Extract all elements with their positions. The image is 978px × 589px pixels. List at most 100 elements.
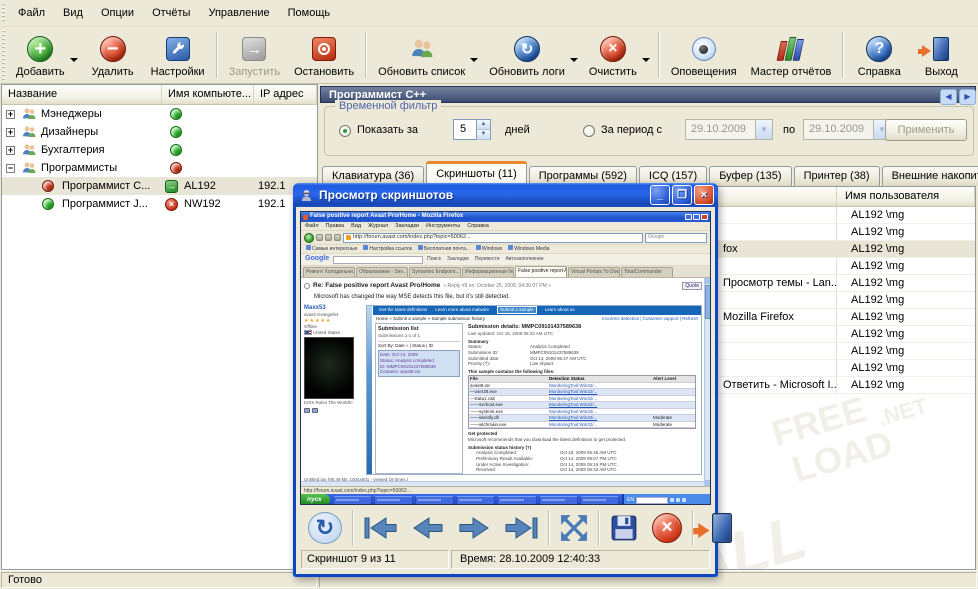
ff-nav-bar: ‹ http://forum.avast.com/index.php?topic… [301, 231, 710, 245]
refresh-list-dropdown-caret[interactable] [470, 58, 478, 66]
expand-plus-icon[interactable]: + [6, 128, 15, 137]
dialog-title-bar[interactable]: Просмотр скриншотов _ ❐ × [293, 183, 718, 207]
status-green-icon [170, 126, 182, 138]
maximize-button[interactable]: ❐ [672, 185, 692, 205]
viewer-status-bar: Скриншот 9 из 11 Время: 28.10.2009 12:40… [300, 550, 711, 569]
menu-item[interactable]: Опции [92, 3, 143, 23]
delete-screenshot-button[interactable]: × [648, 510, 686, 546]
eye-icon [688, 34, 720, 64]
taskbar-button-image [497, 496, 536, 505]
chevron-down-icon[interactable]: ▼ [755, 120, 772, 139]
toolbar-separator [842, 32, 844, 78]
stop-button[interactable]: Остановить [287, 29, 361, 81]
menu-items: ФайлВидОпцииОтчётыУправлениеПомощь [9, 3, 339, 23]
status-text: Готово [1, 572, 317, 588]
ff-bookmarks-bar: Самые интересныеНастройка ссылокБесплатн… [301, 245, 710, 254]
last-arrow-icon [504, 515, 538, 541]
first-screenshot-button[interactable] [360, 510, 402, 546]
search-box: Google [645, 233, 707, 243]
log-tab[interactable]: Буфер (135) [709, 166, 791, 186]
log-tab[interactable]: Принтер (38) [794, 166, 880, 186]
menu-bar: ФайлВидОпцииОтчётыУправлениеПомощь [0, 0, 978, 27]
globe-refresh-icon: ↻ [511, 34, 543, 64]
refresh-logs-dropdown-caret[interactable] [570, 58, 578, 66]
help-button[interactable]: ? Справка [848, 29, 910, 81]
clear-button[interactable]: × Очистить [582, 29, 644, 81]
status-green-icon [170, 108, 182, 120]
menu-item[interactable]: Файл [9, 3, 54, 23]
tree-computer-programmer-c[interactable]: Программист С... → AL192 192.1 [2, 177, 317, 195]
report-wizard-button[interactable]: Мастер отчётов [744, 29, 839, 81]
start-button[interactable]: → Запустить [222, 29, 288, 81]
ff-favicon [303, 215, 308, 220]
spinner-up-down[interactable]: ▲▼ [476, 120, 490, 139]
toolbar-separator [658, 32, 660, 78]
taskbar-button-image [374, 496, 413, 505]
exit-button[interactable]: Выход [910, 29, 972, 81]
collapse-minus-icon[interactable]: − [6, 164, 15, 173]
fullscreen-button[interactable] [556, 510, 592, 546]
tree-group-programmers[interactable]: − Программисты [2, 159, 317, 177]
previous-screenshot-button[interactable] [408, 510, 448, 546]
column-header-computer[interactable]: Имя компьюте... [162, 85, 254, 104]
start-arrow-icon: → [238, 34, 270, 64]
status-green-icon [42, 198, 54, 210]
ms-portal-screenshot: Get the latest definitionsLearn more abo… [366, 305, 702, 475]
tab-scroll-right-icon[interactable]: ▶ [959, 89, 976, 105]
column-header-ip[interactable]: IP адрес [254, 85, 317, 104]
apply-button[interactable]: Применить [885, 119, 967, 141]
alerts-button[interactable]: Оповещения [664, 29, 744, 81]
menu-item[interactable]: Управление [199, 3, 278, 23]
clear-dropdown-caret[interactable] [642, 58, 650, 66]
taskbar-button-image [456, 496, 495, 505]
settings-button[interactable]: Настройки [144, 29, 212, 81]
days-radio[interactable] [339, 125, 351, 137]
tree-group-managers[interactable]: + Мэнеджеры [2, 105, 317, 123]
group-icon [21, 106, 37, 122]
log-tab[interactable]: Внешние накопители (1) [882, 166, 978, 186]
menu-item[interactable]: Отчёты [143, 3, 199, 23]
next-screenshot-button[interactable] [454, 510, 494, 546]
back-icon: ‹ [304, 233, 314, 243]
refresh-button[interactable]: ↻ [304, 510, 346, 546]
column-header-name[interactable]: Название [2, 85, 162, 104]
ff-hscrollbar [301, 481, 704, 486]
status-red-icon [170, 162, 182, 174]
forum-author-sidebar: Maxx53 avast! Evangelist ★★★★★ Offline U… [304, 305, 362, 475]
date-from-picker[interactable]: 29.10.2009▼ [685, 119, 773, 140]
ff-page-content: Re: False positive report Avast Pro/Home… [301, 278, 710, 486]
tab-scroll-left-icon[interactable]: ◀ [940, 89, 957, 105]
taskbar-button-image [539, 496, 578, 505]
column-header-user[interactable]: Имя пользователя [837, 187, 975, 206]
tree-group-designers[interactable]: + Дизайнеры [2, 123, 317, 141]
submission-details-panel: Submission details: MMPC09101437589638 L… [466, 323, 698, 474]
refresh-list-button[interactable]: Обновить список [371, 29, 472, 81]
save-button[interactable] [606, 510, 642, 546]
address-bar: http://forum.avast.com/index.php?topic=5… [343, 233, 643, 243]
add-dropdown-caret[interactable] [70, 58, 78, 66]
author-avatar [304, 337, 354, 399]
delete-button[interactable]: − Удалить [82, 29, 144, 81]
toolbar-grip[interactable] [2, 30, 5, 80]
minimize-button[interactable]: _ [650, 185, 670, 205]
question-icon: ? [863, 34, 895, 64]
tree-group-accounting[interactable]: + Бухгалтерия [2, 141, 317, 159]
expand-plus-icon[interactable]: + [6, 110, 15, 119]
tab-scroll-buttons: ◀ ▶ [940, 89, 976, 105]
add-icon: + [24, 34, 56, 64]
toolbar-grip[interactable] [2, 3, 5, 23]
author-contact-icons [304, 408, 362, 413]
last-screenshot-button[interactable] [500, 510, 542, 546]
add-button[interactable]: + Добавить [9, 29, 72, 81]
close-button[interactable]: × [694, 185, 714, 205]
tree-computer-programmer-j[interactable]: Программист J... × NW192 192.1 [2, 195, 317, 213]
menu-item[interactable]: Помощь [279, 3, 340, 23]
expand-plus-icon[interactable]: + [6, 146, 15, 155]
period-radio[interactable] [583, 125, 595, 137]
menu-item[interactable]: Вид [54, 3, 92, 23]
days-spinner[interactable]: 5 ▲▼ [453, 119, 491, 140]
close-viewer-button[interactable] [700, 510, 734, 546]
date-to-picker[interactable]: 29.10.2009▼ [803, 119, 891, 140]
refresh-icon: ↻ [308, 512, 342, 544]
refresh-logs-button[interactable]: ↻ Обновить логи [482, 29, 572, 81]
